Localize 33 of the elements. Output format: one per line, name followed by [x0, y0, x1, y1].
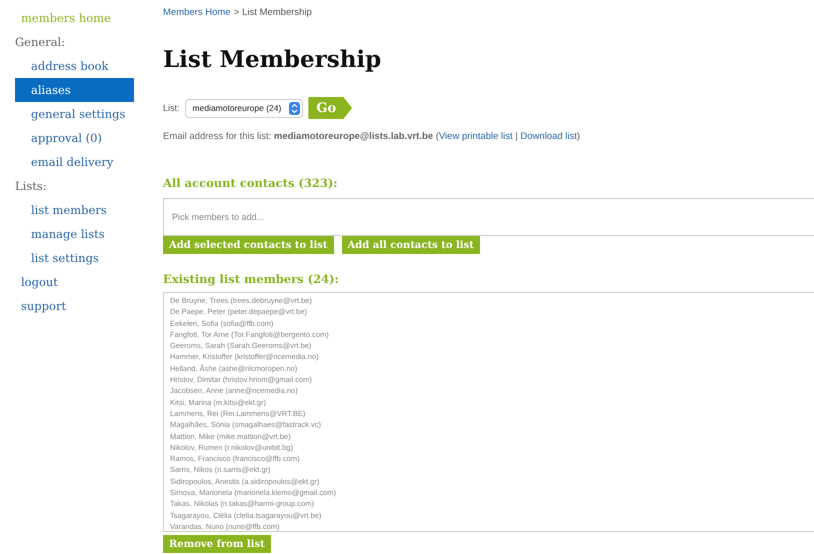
go-button[interactable]: Go [308, 97, 352, 119]
sidebar-item[interactable]: members home [0, 6, 134, 30]
members-listbox[interactable] [163, 292, 814, 532]
sidebar-item[interactable]: manage lists [0, 222, 134, 246]
breadcrumb-separator: > [234, 6, 240, 18]
section-heading: All account contacts (323): [163, 176, 339, 190]
pick-members-field[interactable]: Pick members to add... [163, 198, 814, 236]
sidebar-item[interactable]: email delivery [0, 150, 134, 174]
sidebar-heading: General: [14, 34, 66, 51]
sidebar-item[interactable]: approval (0) [0, 126, 134, 150]
link-separator: | [514, 131, 519, 142]
select-arrows-icon [289, 102, 300, 114]
sidebar-item[interactable]: general settings [0, 102, 134, 126]
breadcrumb-link[interactable]: Members Home [163, 6, 231, 18]
sidebar-item[interactable]: logout [0, 270, 134, 294]
add-all-button[interactable]: Add all contacts to list [342, 236, 480, 254]
sidebar-item[interactable]: aliases [15, 78, 134, 102]
printable-list-link[interactable]: View printable list [438, 131, 513, 142]
list-select[interactable]: mediamotoreurope (24) [184, 98, 304, 118]
sidebar-heading: Lists: [14, 178, 48, 195]
section-heading: Existing list members (24): [163, 272, 340, 286]
remove-button[interactable]: Remove from list [163, 535, 271, 553]
breadcrumb-current: List Membership [242, 6, 312, 18]
sidebar-item[interactable]: support [0, 294, 134, 318]
closing-parenthesis: ) [576, 131, 580, 142]
download-list-link[interactable]: Download list [520, 131, 577, 142]
list-email-text: Email address for this list: mediamotoreurope@lists.lab.vrt.be ( [163, 131, 439, 142]
add-selected-button[interactable]: Add selected contacts to list [163, 236, 334, 254]
sidebar-item[interactable]: list members [0, 198, 134, 222]
sidebar-item[interactable]: list settings [0, 246, 134, 270]
list-label: List: [163, 103, 180, 113]
page-title: List Membership [163, 46, 382, 73]
sidebar-item[interactable]: address book [0, 54, 134, 78]
